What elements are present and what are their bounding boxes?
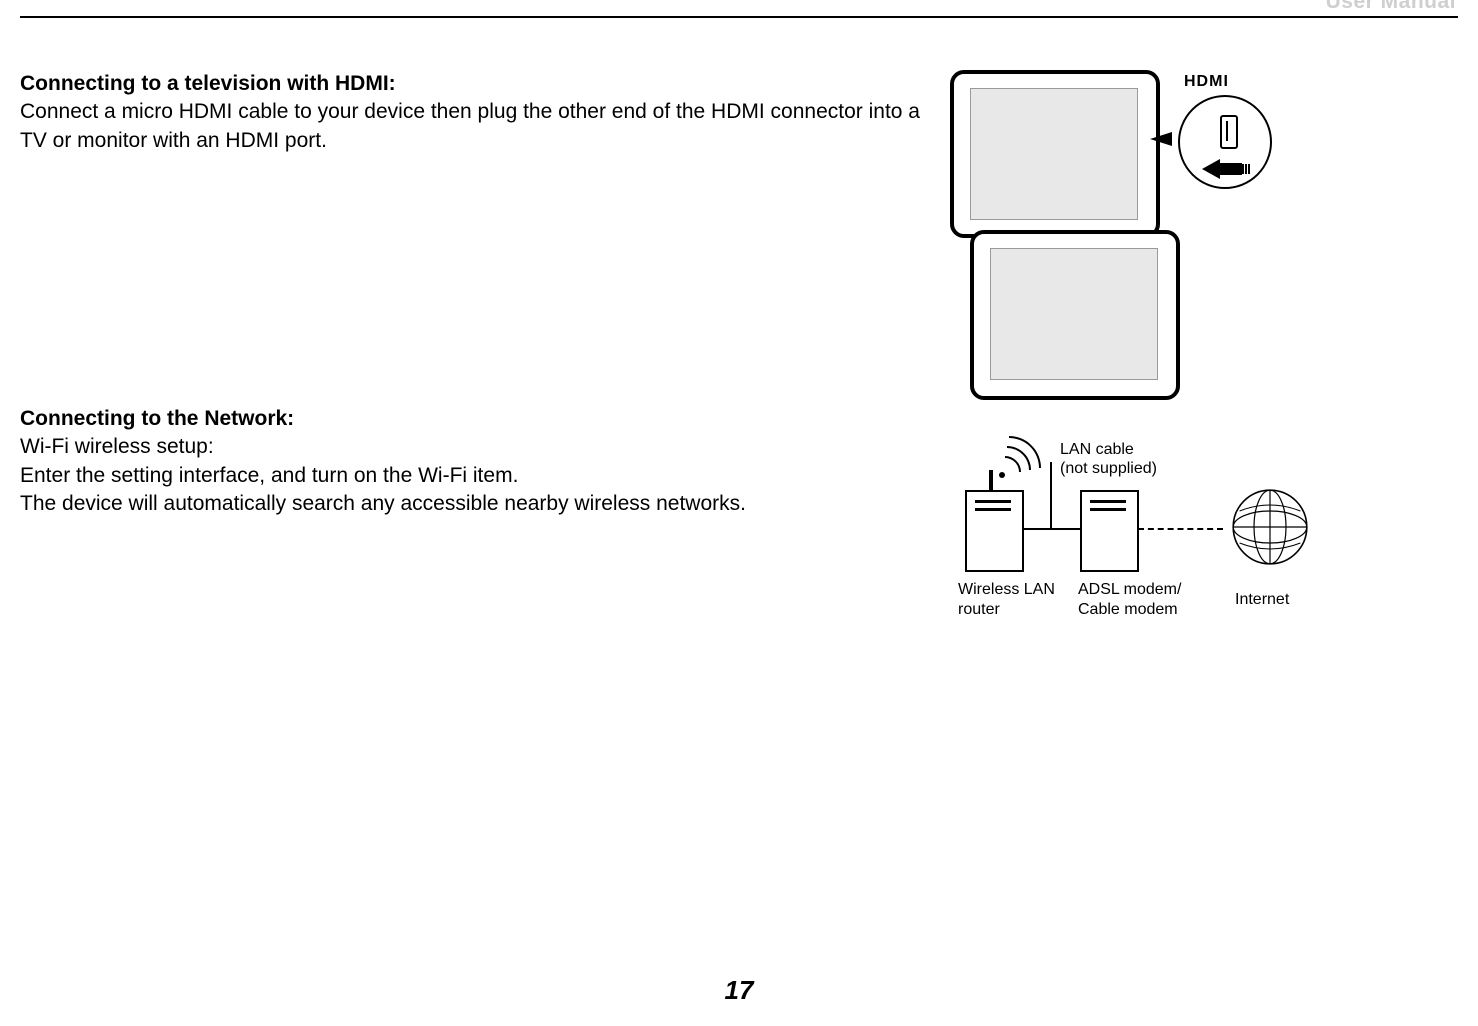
lan-cable-label: LAN cable (not supplied) <box>1060 440 1157 478</box>
lan-cable-line-icon <box>1022 528 1080 530</box>
tablet-icon <box>950 70 1160 238</box>
section-network: Connecting to the Network: Wi-Fi wireles… <box>20 250 1458 650</box>
section-hdmi-figure: HDMI <box>950 70 1330 250</box>
internet-globe-icon <box>1230 487 1310 567</box>
section-hdmi-heading: Connecting to a television with HDMI: <box>20 72 396 95</box>
lan-cable-label-line2: (not supplied) <box>1060 460 1157 477</box>
modem-icon <box>1080 490 1139 572</box>
section-hdmi-body: Connect a micro HDMI cable to your devic… <box>20 100 920 151</box>
hdmi-logo-text: HDMI <box>1184 73 1229 91</box>
section-hdmi-text: Connecting to a television with HDMI: Co… <box>20 70 920 155</box>
lan-label-leader-line <box>1050 462 1052 528</box>
header-rule <box>20 16 1458 18</box>
router-caption: Wireless LAN router <box>958 580 1068 620</box>
router-caption-line2: router <box>958 601 1000 618</box>
section-network-text: Connecting to the Network: Wi-Fi wireles… <box>20 405 920 518</box>
section-network-line1: Wi-Fi wireless setup: <box>20 435 214 458</box>
section-network-heading: Connecting to the Network: <box>20 407 294 430</box>
page-content: Connecting to a television with HDMI: Co… <box>20 70 1458 936</box>
section-network-line2: Enter the setting interface, and turn on… <box>20 464 518 487</box>
modem-caption-line1: ADSL modem/ <box>1078 581 1181 598</box>
dashed-connection-icon <box>1138 528 1223 530</box>
hdmi-plug-icon <box>1220 163 1242 175</box>
hdmi-port-icon <box>1220 115 1238 149</box>
tablet-icon <box>970 230 1180 400</box>
callout-circle-icon <box>1178 95 1272 189</box>
section-network-line3: The device will automatically search any… <box>20 492 746 515</box>
tablet-screen <box>970 88 1138 220</box>
router-caption-line1: Wireless LAN <box>958 581 1055 598</box>
hdmi-plug-pins-icon <box>1242 164 1244 174</box>
modem-caption: ADSL modem/ Cable modem <box>1078 580 1198 620</box>
page-number: 17 <box>0 975 1478 1006</box>
internet-caption: Internet <box>1235 590 1315 610</box>
router-icon <box>965 490 1024 572</box>
section-network-figure: LAN cable (not supplied) <box>950 250 1330 650</box>
section-hdmi: Connecting to a television with HDMI: Co… <box>20 70 1458 250</box>
hdmi-callout: HDMI <box>1168 95 1288 225</box>
lan-cable-label-line1: LAN cable <box>1060 441 1134 458</box>
tablet-screen <box>990 248 1158 380</box>
header-title: User Manual <box>1326 0 1456 14</box>
hdmi-illustration: HDMI <box>950 70 1310 250</box>
arrow-left-icon <box>1202 159 1220 179</box>
modem-caption-line2: Cable modem <box>1078 601 1178 618</box>
network-illustration: LAN cable (not supplied) <box>950 230 1320 650</box>
wifi-signal-icon <box>995 422 1055 482</box>
